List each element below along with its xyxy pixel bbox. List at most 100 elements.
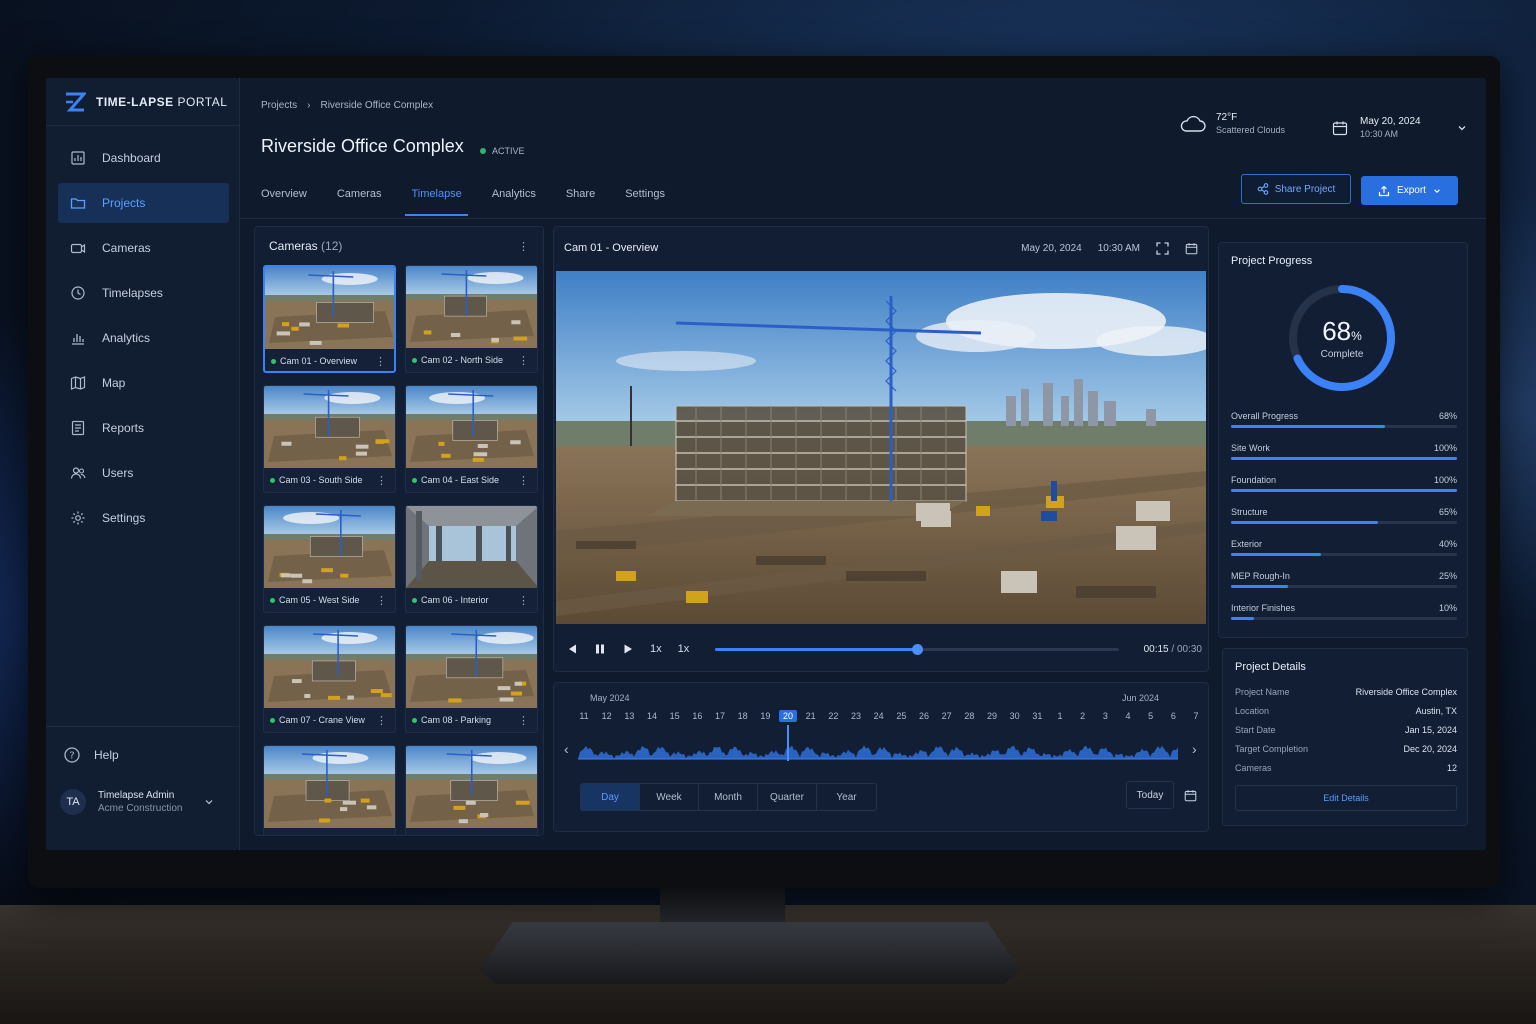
range-month[interactable]: Month [699,784,758,810]
sidebar-item-reports[interactable]: Reports [58,408,229,448]
tab-overview[interactable]: Overview [261,178,307,216]
range-year[interactable]: Year [817,784,876,810]
timeline-day[interactable]: 24 [874,711,884,721]
timeline-day[interactable]: 14 [647,711,657,721]
breadcrumb-projects[interactable]: Projects [261,100,297,111]
tab-timelapse[interactable]: Timelapse [405,178,469,216]
sidebar-item-timelapses[interactable]: Timelapses [58,273,229,313]
tab-analytics[interactable]: Analytics [492,178,536,216]
camera-card[interactable]: Cam 06 - Interior ⋮ [405,505,538,613]
pause-icon[interactable] [594,643,606,655]
timeline-day[interactable]: 31 [1032,711,1042,721]
chevron-right-icon[interactable]: › [1192,741,1197,757]
more-options-icon[interactable]: ⋮ [518,594,529,607]
timeline-day[interactable]: 1 [1057,711,1062,721]
timeline-day[interactable]: 13 [624,711,634,721]
more-options-icon[interactable]: ⋮ [376,714,387,727]
camera-card[interactable]: Cam 02 - North Side ⋮ [405,265,538,373]
camera-card-footer: Cam 08 - Parking ⋮ [406,708,537,732]
camera-card[interactable]: Cam 08 - Parking ⋮ [405,625,538,733]
camera-card[interactable] [263,745,396,835]
sidebar-item-projects[interactable]: Projects [58,183,229,223]
edit-details-button[interactable]: Edit Details [1235,785,1457,811]
timeline-day[interactable]: 27 [942,711,952,721]
timeline-day[interactable]: 30 [1010,711,1020,721]
camera-label: Cam 01 - Overview [280,356,358,366]
sidebar-item-analytics[interactable]: Analytics [58,318,229,358]
range-quarter[interactable]: Quarter [758,784,817,810]
timeline-day[interactable]: 16 [692,711,702,721]
timeline-day[interactable]: 4 [1125,711,1130,721]
timeline-day[interactable]: 19 [760,711,770,721]
play-icon[interactable] [622,643,634,655]
timeline-day[interactable]: 18 [738,711,748,721]
timeline-day[interactable]: 5 [1148,711,1153,721]
scrubber-handle[interactable] [912,643,924,655]
calendar-button[interactable] [1178,781,1202,809]
speed-selector-2[interactable]: 1x [678,643,690,655]
camera-label: Cam 08 - Parking [421,715,492,725]
timeline-day[interactable]: 22 [828,711,838,721]
sidebar-item-dashboard[interactable]: Dashboard [58,138,229,178]
progress-label: Site Work [1231,443,1270,453]
timeline-day[interactable]: 3 [1103,711,1108,721]
more-options-icon[interactable]: ⋮ [376,594,387,607]
today-button[interactable]: Today [1126,781,1174,809]
fullscreen-icon[interactable] [1156,241,1169,255]
sidebar-item-cameras[interactable]: Cameras [58,228,229,268]
timeline-day[interactable]: 23 [851,711,861,721]
timeline-day[interactable]: 29 [987,711,997,721]
camera-card[interactable]: Cam 07 - Crane View ⋮ [263,625,396,733]
timeline-day[interactable]: 20 [778,710,798,722]
sidebar-item-map[interactable]: Map [58,363,229,403]
timeline-day[interactable]: 25 [896,711,906,721]
timeline-day[interactable]: 28 [964,711,974,721]
export-button[interactable]: Export [1361,176,1458,205]
tab-cameras[interactable]: Cameras [337,178,382,216]
date-picker[interactable]: May 20, 2024 10:30 AM [1332,116,1467,139]
chevron-left-icon[interactable]: ‹ [564,741,569,757]
camera-card[interactable]: Cam 03 - South Side ⋮ [263,385,396,493]
video-frame[interactable] [556,271,1206,624]
more-options-icon[interactable]: ⋮ [518,240,529,253]
camera-card-footer: Cam 04 - East Side ⋮ [406,468,537,492]
skip-back-icon[interactable] [566,643,578,655]
range-week[interactable]: Week [640,784,699,810]
timeline-day[interactable]: 6 [1171,711,1176,721]
more-options-icon[interactable]: ⋮ [518,354,529,367]
camera-card[interactable]: Cam 04 - East Side ⋮ [405,385,538,493]
camera-card[interactable] [405,745,538,835]
share-project-button[interactable]: Share Project [1241,174,1351,204]
progress-label: Foundation [1231,475,1277,485]
more-options-icon[interactable]: ⋮ [376,474,387,487]
sidebar-item-settings[interactable]: Settings [58,498,229,538]
help-link[interactable]: ? Help [46,735,240,775]
scrubber[interactable] [715,643,1120,655]
more-options-icon[interactable]: ⋮ [518,714,529,727]
timeline-day[interactable]: 15 [670,711,680,721]
progress-label: MEP Rough-In [1231,571,1290,581]
more-options-icon[interactable]: ⋮ [375,355,386,368]
camera-card[interactable]: Cam 05 - West Side ⋮ [263,505,396,613]
tab-share[interactable]: Share [566,178,595,216]
timeline-day[interactable]: 7 [1193,711,1198,721]
range-day[interactable]: Day [581,784,640,810]
tab-settings[interactable]: Settings [625,178,665,216]
progress-caption: Complete [1320,349,1364,360]
camera-card[interactable]: Cam 01 - Overview ⋮ [263,265,396,373]
brand[interactable]: TIME-LAPSE PORTAL [46,78,239,126]
timeline-day[interactable]: 11 [579,711,588,721]
timeline-day[interactable]: 17 [715,711,725,721]
timeline-day[interactable]: 2 [1080,711,1085,721]
sidebar-item-users[interactable]: Users [58,453,229,493]
timeline-marker[interactable] [787,725,789,761]
calendar-icon[interactable] [1185,242,1198,255]
activity-waveform[interactable] [578,735,1178,763]
timeline-day[interactable]: 12 [602,711,612,721]
detail-key: Project Name [1235,687,1290,697]
user-menu[interactable]: TA Timelapse Admin Acme Construction [46,775,240,815]
speed-selector[interactable]: 1x [650,643,662,655]
timeline-day[interactable]: 21 [806,711,816,721]
more-options-icon[interactable]: ⋮ [518,474,529,487]
timeline-day[interactable]: 26 [919,711,929,721]
